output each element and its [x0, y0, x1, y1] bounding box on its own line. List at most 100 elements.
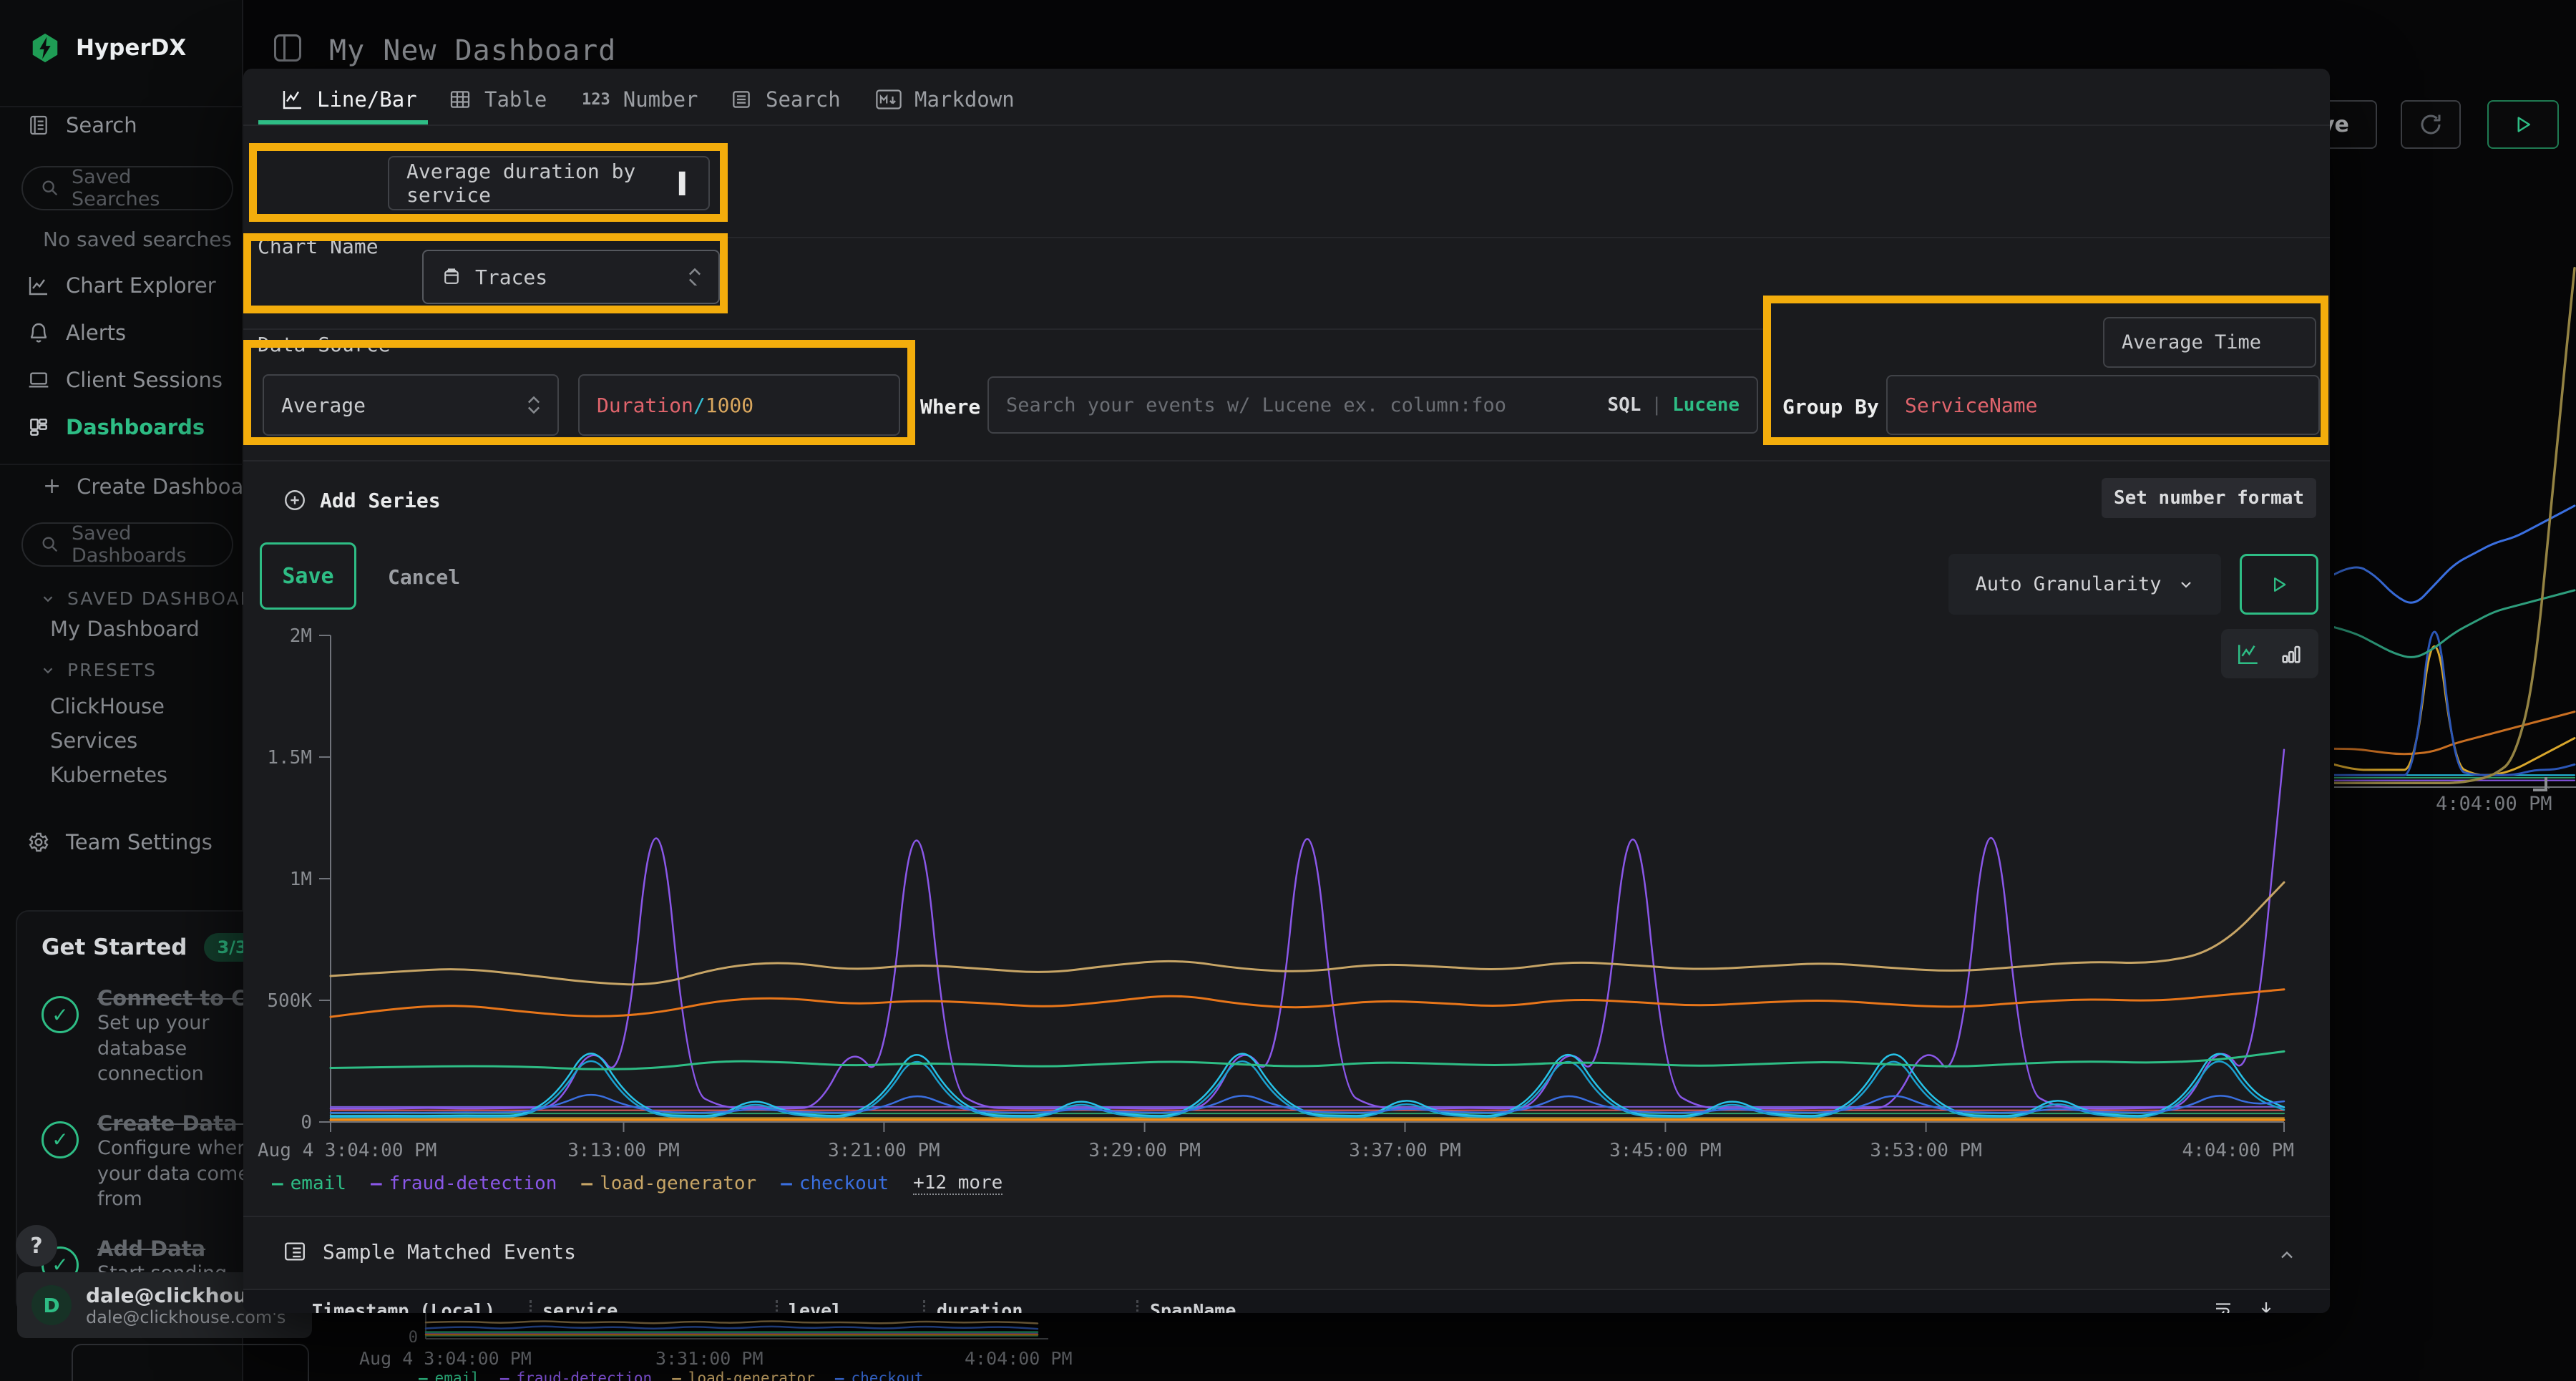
column-separator[interactable]	[923, 1300, 925, 1313]
run-chart-button[interactable]	[2240, 554, 2318, 615]
sql-mode-toggle[interactable]: SQL	[1607, 394, 1641, 416]
svg-text:3:13:00 PM: 3:13:00 PM	[567, 1140, 680, 1161]
wrap-text-icon[interactable]	[2212, 1299, 2234, 1313]
divider	[243, 1216, 2330, 1217]
sidebar-item-team-settings[interactable]: Team Settings	[27, 830, 213, 854]
sidebar-item-kubernetes[interactable]: Kubernetes	[50, 763, 167, 787]
markdown-icon	[876, 89, 902, 110]
alias-input[interactable]: Average Time	[2103, 317, 2316, 368]
tab-search[interactable]: Search	[730, 87, 841, 112]
data-source-select[interactable]: Traces	[422, 250, 720, 304]
plus-circle-icon	[283, 488, 307, 512]
sidebar-toggle-icon[interactable]	[274, 34, 301, 62]
get-started-title: Get Started	[42, 935, 187, 960]
chart-explorer-icon	[27, 274, 50, 297]
sidebar-item-create-dashboard[interactable]: + Create Dashboard	[43, 474, 265, 499]
svg-text:1.5M: 1.5M	[267, 747, 312, 768]
save-button[interactable]: Save	[260, 542, 356, 610]
sidebar: HyperDX Search Saved Searches No saved s…	[0, 0, 243, 1381]
dashboards-icon	[27, 416, 50, 439]
column-separator[interactable]	[1136, 1300, 1138, 1313]
aggregation-select[interactable]: Average	[263, 374, 559, 436]
background-chart-preview: 0	[401, 1309, 1059, 1342]
sidebar-item-clickhouse[interactable]: ClickHouse	[50, 694, 165, 718]
column-header[interactable]: level	[789, 1300, 842, 1313]
logo-text: HyperDX	[76, 35, 186, 61]
add-series-button[interactable]: Add Series	[283, 488, 441, 512]
set-number-format-button[interactable]: Set number format	[2102, 478, 2316, 518]
column-header[interactable]: Timestamp (Local)	[312, 1300, 495, 1313]
svg-text:0: 0	[409, 1329, 418, 1342]
presets-section[interactable]: PRESETS	[40, 660, 157, 680]
svg-text:3:29:00 PM: 3:29:00 PM	[1088, 1140, 1201, 1161]
right-chart-time-label: 4:04:00 PM	[2436, 793, 2552, 815]
database-icon	[441, 266, 462, 288]
divider	[243, 460, 2330, 462]
bell-icon	[27, 321, 50, 344]
saved-dashboards-input[interactable]: Saved Dashboards	[21, 522, 233, 567]
laptop-icon	[27, 369, 50, 391]
number-123-icon: 123	[582, 91, 610, 109]
tab-line-bar[interactable]: Line/Bar	[281, 87, 417, 112]
tab-table[interactable]: Table	[449, 87, 547, 112]
tab-number[interactable]: 123 Number	[582, 87, 698, 112]
column-header[interactable]: service	[542, 1300, 618, 1313]
plus-icon: +	[43, 474, 61, 499]
resize-corner-icon[interactable]	[2533, 777, 2547, 791]
legend-item[interactable]: —load-generator	[581, 1173, 756, 1194]
column-separator[interactable]	[530, 1300, 532, 1313]
sidebar-item-my-dashboard[interactable]: My Dashboard	[50, 617, 200, 641]
column-header[interactable]: duration	[937, 1300, 1023, 1313]
cancel-button[interactable]: Cancel	[388, 565, 460, 589]
chart-legend: —email —fraud-detection —load-generator …	[272, 1172, 1002, 1195]
preview-label-1: 3:31:00 PM	[655, 1348, 763, 1369]
select-chevrons-icon	[527, 396, 540, 414]
legend-item[interactable]: —email	[272, 1173, 346, 1194]
chevron-down-icon	[40, 663, 56, 678]
preview-label-0: Aug 4 3:04:00 PM	[359, 1348, 532, 1369]
lucene-mode-toggle[interactable]: Lucene	[1672, 394, 1740, 416]
divider	[243, 237, 2330, 238]
preview-legend: —email —fraud-detection —load-generator …	[419, 1370, 924, 1381]
events-table-header: Timestamp (Local) service level duration…	[243, 1289, 2330, 1313]
svg-text:Aug 4 3:04:00 PM: Aug 4 3:04:00 PM	[258, 1140, 436, 1161]
check-circle-icon: ✓	[42, 996, 79, 1033]
avatar: D	[31, 1285, 72, 1325]
download-icon[interactable]	[2255, 1299, 2277, 1313]
svg-text:3:21:00 PM: 3:21:00 PM	[828, 1140, 940, 1161]
group-by-input[interactable]: ServiceName	[1886, 375, 2320, 435]
sidebar-item-dashboards[interactable]: Dashboards	[27, 415, 205, 439]
svg-text:1M: 1M	[290, 869, 312, 890]
sidebar-bottom-box	[72, 1344, 309, 1381]
tab-markdown[interactable]: Markdown	[876, 87, 1015, 112]
legend-item[interactable]: —fraud-detection	[371, 1173, 557, 1194]
line-chart-icon	[281, 88, 304, 111]
divider	[243, 125, 2330, 126]
collapse-chevron-icon[interactable]	[2277, 1245, 2297, 1265]
saved-searches-input[interactable]: Saved Searches	[21, 166, 233, 210]
column-header[interactable]: SpanName	[1150, 1300, 1236, 1313]
chart-name-input[interactable]: Average duration by service▌	[388, 156, 710, 210]
legend-more-link[interactable]: +12 more	[913, 1172, 1002, 1195]
expression-input[interactable]: Duration/1000	[578, 374, 900, 436]
granularity-select[interactable]: Auto Granularity	[1948, 554, 2221, 615]
sample-events-header[interactable]: Sample Matched Events	[283, 1239, 576, 1264]
page-title: My New Dashboard	[329, 34, 616, 67]
sidebar-item-client-sessions[interactable]: Client Sessions	[27, 368, 223, 392]
svg-text:4:04:00 PM: 4:04:00 PM	[2182, 1140, 2294, 1161]
select-chevrons-icon	[688, 268, 701, 286]
chevron-down-icon	[40, 591, 56, 607]
gear-icon	[27, 831, 50, 854]
help-button[interactable]: ?	[16, 1225, 57, 1267]
table-icon	[449, 88, 472, 111]
svg-text:3:37:00 PM: 3:37:00 PM	[1349, 1140, 1461, 1161]
sidebar-item-search[interactable]: Search	[27, 113, 137, 137]
sidebar-item-chart-explorer[interactable]: Chart Explorer	[27, 273, 216, 298]
where-input[interactable]: Search your events w/ Lucene ex. column:…	[987, 376, 1758, 434]
sidebar-item-services[interactable]: Services	[50, 728, 137, 753]
column-separator[interactable]	[776, 1300, 778, 1313]
svg-text:0: 0	[301, 1112, 312, 1133]
logo[interactable]: HyperDX	[29, 31, 186, 64]
sidebar-item-alerts[interactable]: Alerts	[27, 321, 126, 345]
legend-item[interactable]: —checkout	[781, 1173, 889, 1194]
